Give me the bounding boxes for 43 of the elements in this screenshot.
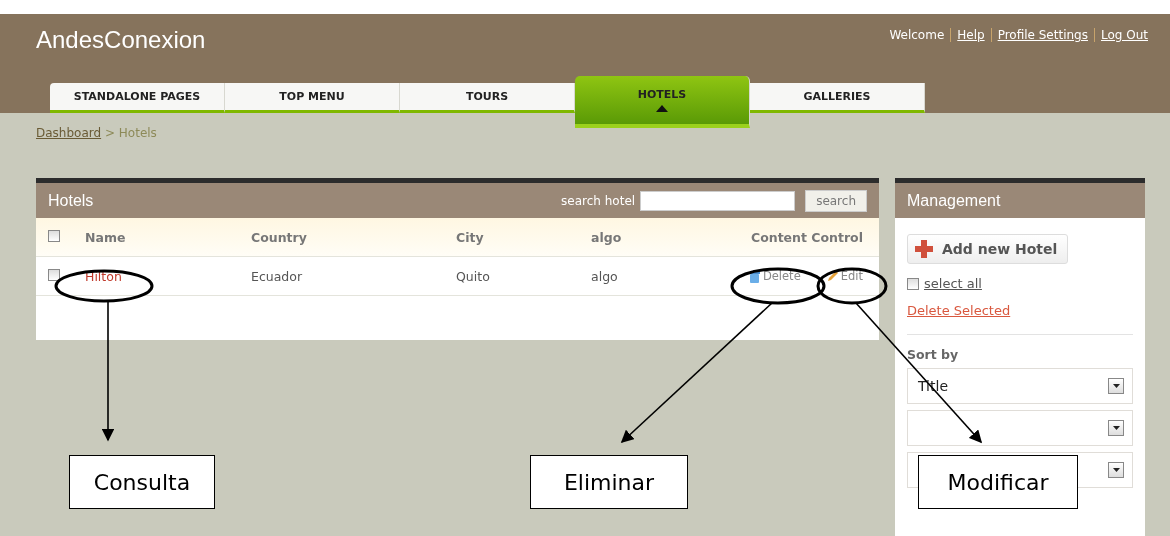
search-label: search hotel (561, 193, 636, 208)
nav-tab[interactable]: TOP MENU (225, 83, 400, 113)
edit-link[interactable]: Edit (840, 269, 863, 283)
sort-label: Sort by (907, 347, 959, 362)
plus-icon (914, 239, 934, 259)
nav-tab[interactable]: GALLERIES (750, 83, 925, 113)
table-cell: algo (591, 268, 618, 284)
column-header: City (456, 229, 484, 245)
header-link[interactable]: Help (950, 28, 991, 42)
checkbox[interactable] (907, 277, 919, 290)
search-field[interactable] (640, 190, 796, 211)
breadcrumb-link[interactable]: Dashboard (36, 126, 102, 140)
header-link[interactable]: Profile Settings (990, 28, 1094, 42)
delete-selected-link[interactable]: Delete Selected (907, 303, 1011, 318)
delete-link[interactable]: Delete (762, 269, 801, 283)
table-cell: Quito (456, 268, 490, 284)
column-header: Name (85, 229, 126, 245)
nav-tab[interactable]: HOTELS (575, 76, 750, 128)
checkbox[interactable] (48, 229, 60, 242)
callout-label: Consulta (69, 455, 215, 509)
add-hotel-button[interactable]: Add new Hotel (907, 234, 1069, 264)
trash-icon (747, 269, 761, 283)
site-title: AndesConexion (36, 26, 206, 54)
pencil-icon (826, 270, 839, 282)
search-button[interactable]: search (805, 189, 867, 212)
checkbox[interactable] (48, 268, 60, 281)
hotel-name-link[interactable]: Hilton (85, 268, 122, 284)
column-header: Content Control (751, 229, 863, 245)
callout-label: Eliminar (530, 455, 688, 509)
welcome-text: Welcome (889, 28, 946, 42)
breadcrumb-current: > Hotels (104, 126, 157, 140)
header-link[interactable]: Log Out (1094, 28, 1148, 42)
column-header: Country (251, 229, 307, 245)
column-header: algo (591, 229, 622, 245)
select-all-link[interactable]: select all (924, 276, 982, 291)
table-cell: Ecuador (251, 268, 303, 284)
callout-label: Modificar (918, 455, 1078, 509)
nav-tab[interactable]: STANDALONE PAGES (50, 83, 225, 113)
panel-title: Hotels (48, 191, 94, 210)
highlight-ellipse (816, 267, 888, 305)
triangle-icon (656, 105, 668, 112)
panel-title: Management (907, 191, 1001, 210)
nav-tab[interactable]: TOURS (400, 83, 575, 113)
